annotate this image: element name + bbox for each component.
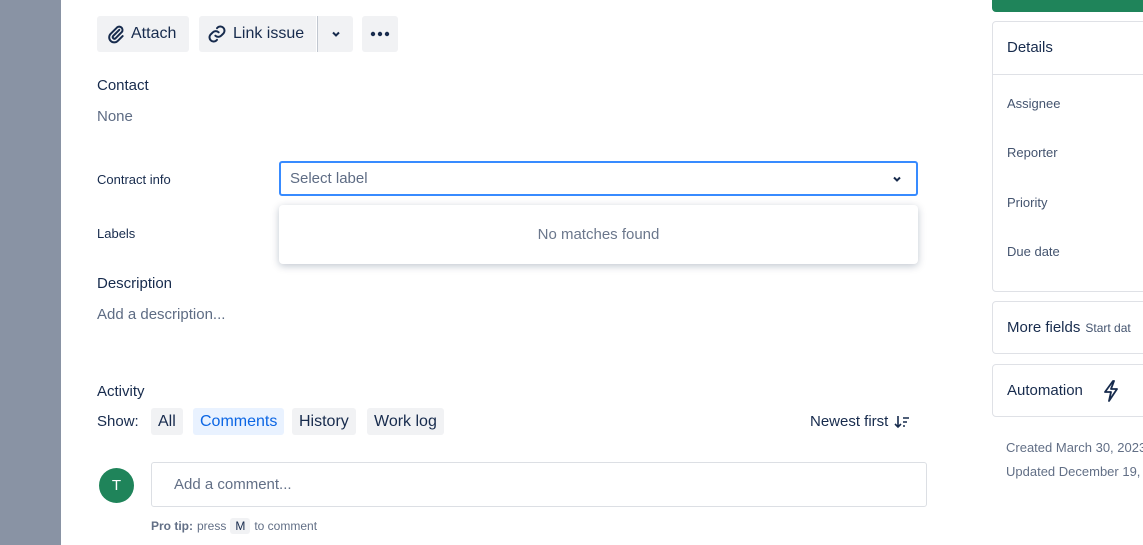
lightning-icon	[1103, 379, 1118, 402]
tab-all[interactable]: All	[151, 408, 183, 435]
field-due-date: Due date	[1007, 244, 1060, 259]
show-label: Show:	[97, 413, 139, 430]
tab-work-log[interactable]: Work log	[367, 408, 444, 435]
contract-info-label: Contract info	[97, 172, 171, 187]
contract-info-select[interactable]: Select label	[279, 161, 918, 196]
sort-button[interactable]: Newest first	[810, 413, 910, 430]
pro-tip-text: to comment	[254, 519, 318, 533]
more-fields-hint: Start dat	[1085, 320, 1131, 335]
field-priority: Priority	[1007, 195, 1048, 210]
paperclip-icon	[108, 25, 124, 44]
pro-tip: Pro tip: press M to comment	[151, 518, 317, 534]
attach-label: Attach	[131, 25, 177, 42]
link-issue-button[interactable]: Link issue	[199, 16, 316, 52]
select-dropdown-menu: No matches found	[279, 205, 918, 264]
details-panel: Details Assignee Reporter Priority Due d…	[992, 21, 1143, 292]
automation-heading: Automation	[1007, 382, 1083, 399]
link-icon	[208, 25, 226, 43]
automation-panel[interactable]: Automation	[992, 364, 1143, 417]
pro-tip-bold: Pro tip:	[151, 519, 193, 533]
more-actions-button[interactable]	[362, 16, 398, 52]
sort-label: Newest first	[810, 413, 889, 430]
details-heading[interactable]: Details	[993, 22, 1143, 75]
tab-history[interactable]: History	[292, 408, 356, 435]
more-fields-panel[interactable]: More fields Start dat	[992, 301, 1143, 354]
more-fields-heading: More fields	[1007, 319, 1081, 336]
updated-date: Updated December 19,	[1006, 464, 1141, 479]
more-icon	[370, 31, 390, 37]
description-heading: Description	[97, 275, 173, 292]
attach-button[interactable]: Attach	[97, 16, 189, 52]
chevron-down-icon	[893, 176, 901, 182]
field-assignee: Assignee	[1007, 96, 1061, 111]
modal-backdrop	[0, 0, 61, 545]
pro-tip-text: press	[197, 519, 227, 533]
contact-value[interactable]: None	[97, 108, 133, 125]
created-date: Created March 30, 2023	[1006, 440, 1143, 455]
status-button[interactable]	[992, 0, 1143, 12]
description-input[interactable]: Add a description...	[97, 306, 225, 323]
chevron-down-icon	[331, 31, 340, 37]
labels-label: Labels	[97, 226, 136, 241]
select-placeholder: Select label	[290, 170, 368, 187]
activity-heading: Activity	[97, 383, 145, 400]
field-reporter: Reporter	[1007, 145, 1058, 160]
comment-input[interactable]: Add a comment...	[151, 462, 927, 507]
link-issue-label: Link issue	[233, 25, 305, 42]
keyboard-key: M	[230, 518, 251, 534]
tab-comments[interactable]: Comments	[193, 408, 285, 435]
avatar: T	[99, 468, 134, 503]
link-issue-dropdown-button[interactable]	[317, 16, 353, 52]
contact-heading: Contact	[97, 77, 149, 94]
no-matches-text: No matches found	[537, 226, 660, 243]
sort-icon	[894, 415, 910, 428]
